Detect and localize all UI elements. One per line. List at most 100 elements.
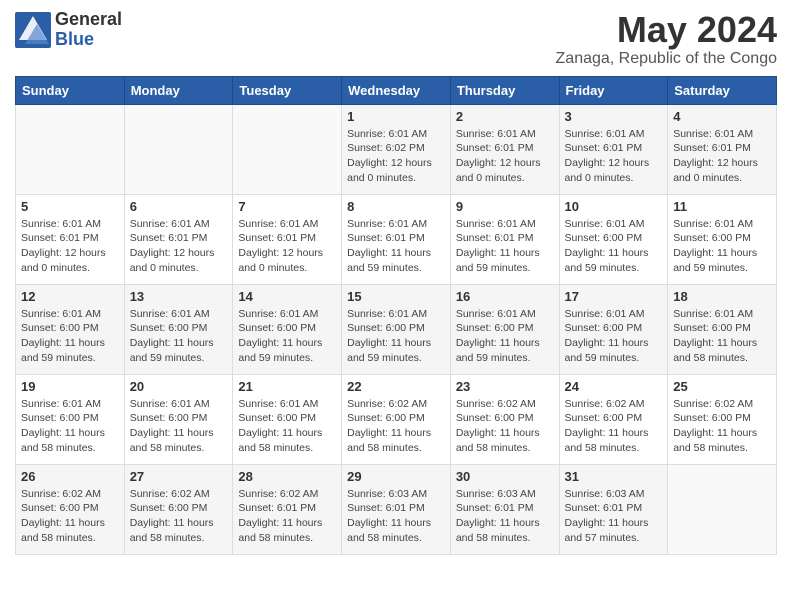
day-info: Sunrise: 6:02 AM Sunset: 6:00 PM Dayligh… <box>456 397 554 456</box>
day-number: 29 <box>347 469 445 484</box>
calendar-cell: 27Sunrise: 6:02 AM Sunset: 6:00 PM Dayli… <box>124 464 233 554</box>
day-number: 6 <box>130 199 228 214</box>
calendar-cell: 15 Sunrise: 6:01 AM Sunset: 6:00 PM Dayli… <box>342 284 451 374</box>
day-info: Sunrise: 6:01 AM Sunset: 6:00 PM Dayligh… <box>565 307 663 366</box>
calendar-cell: 13 Sunrise: 6:01 AM Sunset: 6:00 PM Dayli… <box>124 284 233 374</box>
calendar-cell: 29 Sunrise: 6:03 AM Sunset: 6:01 PM Dayli… <box>342 464 451 554</box>
calendar-cell: 2 Sunrise: 6:01 AM Sunset: 6:01 PM Daylig… <box>450 104 559 194</box>
calendar-cell: 19Sunrise: 6:01 AM Sunset: 6:00 PM Dayli… <box>16 374 125 464</box>
month-title: May 2024 <box>556 10 777 50</box>
calendar-cell: 25Sunrise: 6:02 AM Sunset: 6:00 PM Dayli… <box>668 374 777 464</box>
day-info: Sunrise: 6:01 AM Sunset: 6:00 PM Dayligh… <box>238 307 336 366</box>
day-info: Sunrise: 6:01 AM Sunset: 6:01 PM Dayligh… <box>238 217 336 276</box>
calendar-cell: 18 Sunrise: 6:01 AM Sunset: 6:00 PM Dayli… <box>668 284 777 374</box>
calendar-cell: 9 Sunrise: 6:01 AM Sunset: 6:01 PM Daylig… <box>450 194 559 284</box>
day-info: Sunrise: 6:01 AM Sunset: 6:02 PM Dayligh… <box>347 127 445 186</box>
day-number: 18 <box>673 289 771 304</box>
header-thursday: Thursday <box>450 76 559 104</box>
calendar-cell <box>233 104 342 194</box>
day-info: Sunrise: 6:03 AM Sunset: 6:01 PM Dayligh… <box>347 487 445 546</box>
day-info: Sunrise: 6:01 AM Sunset: 6:00 PM Dayligh… <box>673 307 771 366</box>
logo: General Blue <box>15 10 122 50</box>
calendar-cell: 26 Sunrise: 6:02 AM Sunset: 6:00 PM Dayli… <box>16 464 125 554</box>
day-number: 19 <box>21 379 119 394</box>
day-info: Sunrise: 6:01 AM Sunset: 6:01 PM Dayligh… <box>130 217 228 276</box>
day-number: 22 <box>347 379 445 394</box>
day-info: Sunrise: 6:01 AM Sunset: 6:01 PM Dayligh… <box>673 127 771 186</box>
day-number: 9 <box>456 199 554 214</box>
day-info: Sunrise: 6:01 AM Sunset: 6:00 PM Dayligh… <box>565 217 663 276</box>
logo-icon <box>15 12 51 48</box>
day-info: Sunrise: 6:01 AM Sunset: 6:01 PM Dayligh… <box>21 217 119 276</box>
calendar-cell: 16Sunrise: 6:01 AM Sunset: 6:00 PM Dayli… <box>450 284 559 374</box>
calendar-cell: 21 Sunrise: 6:01 AM Sunset: 6:00 PM Dayli… <box>233 374 342 464</box>
day-number: 13 <box>130 289 228 304</box>
calendar-cell <box>668 464 777 554</box>
day-info: Sunrise: 6:01 AM Sunset: 6:00 PM Dayligh… <box>130 397 228 456</box>
day-info: Sunrise: 6:01 AM Sunset: 6:00 PM Dayligh… <box>456 307 554 366</box>
day-number: 5 <box>21 199 119 214</box>
day-info: Sunrise: 6:01 AM Sunset: 6:01 PM Dayligh… <box>347 217 445 276</box>
calendar-cell: 6 Sunrise: 6:01 AM Sunset: 6:01 PM Daylig… <box>124 194 233 284</box>
calendar-cell: 28 Sunrise: 6:02 AM Sunset: 6:01 PM Dayli… <box>233 464 342 554</box>
location: Zanaga, Republic of the Congo <box>556 50 777 68</box>
calendar-cell: 3Sunrise: 6:01 AM Sunset: 6:01 PM Daylig… <box>559 104 668 194</box>
calendar-cell: 20 Sunrise: 6:01 AM Sunset: 6:00 PM Dayli… <box>124 374 233 464</box>
week-row-4: 19 Sunrise: 6:01 AM Sunset: 6:00 PM Dayli… <box>16 374 777 464</box>
week-row-3: 12 Sunrise: 6:01 AM Sunset: 6:00 PM Dayli… <box>16 284 777 374</box>
calendar-cell: 30 Sunrise: 6:03 AM Sunset: 6:01 PM Dayli… <box>450 464 559 554</box>
day-info: Sunrise: 6:03 AM Sunset: 6:01 PM Dayligh… <box>456 487 554 546</box>
day-info: Sunrise: 6:02 AM Sunset: 6:01 PM Dayligh… <box>238 487 336 546</box>
day-number: 30 <box>456 469 554 484</box>
days-header-row: SundayMondayTuesdayWednesdayThursdayFrid… <box>16 76 777 104</box>
calendar-cell: 4 Sunrise: 6:01 AM Sunset: 6:01 PM Daylig… <box>668 104 777 194</box>
day-info: Sunrise: 6:02 AM Sunset: 6:00 PM Dayligh… <box>673 397 771 456</box>
calendar-cell: 22 Sunrise: 6:02 AM Sunset: 6:00 PM Dayli… <box>342 374 451 464</box>
day-number: 15 <box>347 289 445 304</box>
week-row-2: 5 Sunrise: 6:01 AM Sunset: 6:01 PM Daylig… <box>16 194 777 284</box>
logo-blue: Blue <box>55 30 122 50</box>
page-header: General Blue May 2024 Zanaga, Republic o… <box>15 10 777 68</box>
day-number: 20 <box>130 379 228 394</box>
day-info: Sunrise: 6:02 AM Sunset: 6:00 PM Dayligh… <box>565 397 663 456</box>
day-number: 8 <box>347 199 445 214</box>
day-number: 12 <box>21 289 119 304</box>
calendar-cell: 31Sunrise: 6:03 AM Sunset: 6:01 PM Dayli… <box>559 464 668 554</box>
calendar-cell: 5 Sunrise: 6:01 AM Sunset: 6:01 PM Daylig… <box>16 194 125 284</box>
day-number: 11 <box>673 199 771 214</box>
day-number: 4 <box>673 109 771 124</box>
day-number: 21 <box>238 379 336 394</box>
header-tuesday: Tuesday <box>233 76 342 104</box>
week-row-5: 26 Sunrise: 6:02 AM Sunset: 6:00 PM Dayli… <box>16 464 777 554</box>
day-number: 31 <box>565 469 663 484</box>
day-info: Sunrise: 6:01 AM Sunset: 6:00 PM Dayligh… <box>347 307 445 366</box>
day-info: Sunrise: 6:02 AM Sunset: 6:00 PM Dayligh… <box>21 487 119 546</box>
day-info: Sunrise: 6:01 AM Sunset: 6:00 PM Dayligh… <box>21 307 119 366</box>
day-number: 14 <box>238 289 336 304</box>
calendar-cell: 7Sunrise: 6:01 AM Sunset: 6:01 PM Daylig… <box>233 194 342 284</box>
day-info: Sunrise: 6:01 AM Sunset: 6:00 PM Dayligh… <box>130 307 228 366</box>
day-number: 24 <box>565 379 663 394</box>
day-info: Sunrise: 6:01 AM Sunset: 6:01 PM Dayligh… <box>456 127 554 186</box>
header-sunday: Sunday <box>16 76 125 104</box>
calendar-cell: 17 Sunrise: 6:01 AM Sunset: 6:00 PM Dayli… <box>559 284 668 374</box>
calendar-cell: 14 Sunrise: 6:01 AM Sunset: 6:00 PM Dayli… <box>233 284 342 374</box>
day-number: 2 <box>456 109 554 124</box>
day-info: Sunrise: 6:01 AM Sunset: 6:00 PM Dayligh… <box>238 397 336 456</box>
day-info: Sunrise: 6:02 AM Sunset: 6:00 PM Dayligh… <box>347 397 445 456</box>
calendar-cell: 11 Sunrise: 6:01 AM Sunset: 6:00 PM Dayli… <box>668 194 777 284</box>
day-info: Sunrise: 6:01 AM Sunset: 6:00 PM Dayligh… <box>673 217 771 276</box>
week-row-1: 1Sunrise: 6:01 AM Sunset: 6:02 PM Daylig… <box>16 104 777 194</box>
calendar-table: SundayMondayTuesdayWednesdayThursdayFrid… <box>15 76 777 555</box>
calendar-cell: 12 Sunrise: 6:01 AM Sunset: 6:00 PM Dayli… <box>16 284 125 374</box>
header-saturday: Saturday <box>668 76 777 104</box>
day-number: 28 <box>238 469 336 484</box>
day-info: Sunrise: 6:01 AM Sunset: 6:01 PM Dayligh… <box>565 127 663 186</box>
day-info: Sunrise: 6:01 AM Sunset: 6:01 PM Dayligh… <box>456 217 554 276</box>
day-number: 17 <box>565 289 663 304</box>
header-monday: Monday <box>124 76 233 104</box>
logo-general: General <box>55 10 122 30</box>
calendar-cell: 10Sunrise: 6:01 AM Sunset: 6:00 PM Dayli… <box>559 194 668 284</box>
calendar-cell: 8 Sunrise: 6:01 AM Sunset: 6:01 PM Daylig… <box>342 194 451 284</box>
day-number: 26 <box>21 469 119 484</box>
